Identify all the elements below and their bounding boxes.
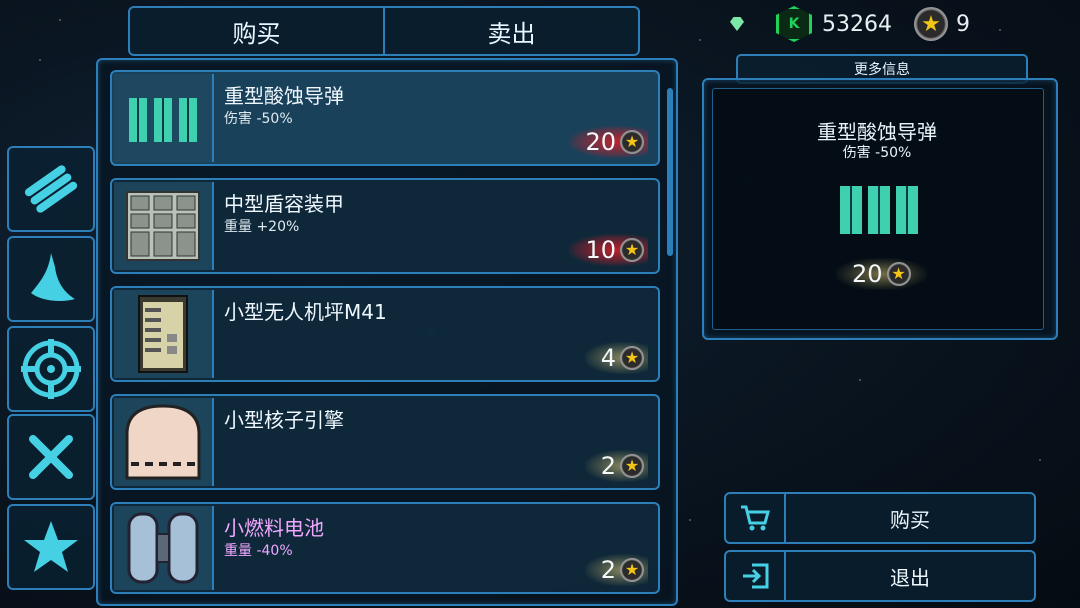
credits-amount: 53264: [822, 11, 892, 37]
price-value: 2: [600, 452, 616, 480]
item-stat: 重量 -40%: [224, 543, 293, 559]
exit-icon: [726, 552, 786, 600]
item-name: 重型酸蚀导弹: [224, 84, 344, 108]
item-price: 2 ★: [584, 450, 648, 482]
tools-icon: [29, 435, 73, 479]
item-price: 4 ★: [584, 342, 648, 374]
shop-item[interactable]: 中型盾容装甲 重量 +20% 10 ★: [110, 178, 660, 274]
buy-button[interactable]: 购买: [724, 492, 1036, 544]
tab-buy[interactable]: 购买: [128, 6, 384, 56]
trade-tabs: 购买 卖出: [128, 6, 640, 56]
category-missiles[interactable]: [7, 146, 95, 232]
shop-item[interactable]: 小燃料电池 重量 -40% 2 ★: [110, 502, 660, 594]
item-stat: 重量 +20%: [224, 219, 300, 235]
tab-sell[interactable]: 卖出: [384, 6, 640, 56]
exit-button-label: 退出: [890, 565, 930, 590]
exit-button[interactable]: 退出: [724, 550, 1036, 602]
star-icon: [24, 521, 78, 572]
shop-item[interactable]: 重型酸蚀导弹 伤害 -50% 20 ★: [110, 70, 660, 166]
price-value: 10: [585, 236, 616, 264]
credits-icon: K: [776, 6, 812, 42]
buy-button-label: 购买: [890, 507, 930, 532]
armor-plates-icon: [114, 182, 214, 270]
drone-bay-icon: [114, 290, 214, 378]
shop-item[interactable]: 小型核子引擎 2 ★: [110, 394, 660, 490]
item-price: 10 ★: [569, 234, 648, 266]
engine-icon: [114, 398, 214, 486]
category-armor[interactable]: [7, 236, 95, 322]
price-value: 20: [852, 260, 883, 288]
info-item-stat: 伤害 -50%: [842, 145, 912, 161]
cart-icon: [726, 494, 786, 542]
star-icon: ★: [620, 346, 644, 370]
shop-item[interactable]: 小型无人机坪M41 4 ★: [110, 286, 660, 382]
list-scrollbar[interactable]: [667, 88, 673, 256]
item-name: 中型盾容装甲: [224, 192, 344, 216]
star-icon: ★: [620, 238, 644, 262]
price-value: 2: [600, 556, 616, 584]
category-special[interactable]: [7, 504, 95, 590]
info-item-price: 20 ★: [836, 258, 927, 290]
star-icon: ★: [620, 130, 644, 154]
info-item-name: 重型酸蚀导弹: [817, 120, 937, 144]
armor-icon: [31, 253, 75, 301]
price-value: 20: [585, 128, 616, 156]
category-tools[interactable]: [7, 414, 95, 500]
item-price: 20 ★: [569, 126, 648, 158]
price-value: 4: [600, 344, 616, 372]
item-name: 小型无人机坪M41: [224, 300, 387, 324]
currency-bar: K 53264 ★ 9: [730, 4, 970, 44]
item-price: 2 ★: [584, 554, 648, 586]
category-weapons[interactable]: [7, 326, 95, 412]
star-icon: ★: [886, 262, 911, 286]
item-name: 小型核子引擎: [224, 408, 344, 432]
star-icon: ★: [620, 558, 644, 582]
star-currency-icon: ★: [914, 7, 948, 41]
stars-amount: 9: [956, 11, 970, 37]
item-stat: 伤害 -50%: [224, 111, 293, 127]
star-icon: ★: [620, 454, 644, 478]
target-icon: [21, 339, 81, 399]
gem-icon: [730, 17, 744, 31]
missile-pack-icon: [836, 182, 922, 240]
missile-bundle-icon: [24, 165, 78, 213]
missile-pack-icon: [114, 74, 214, 162]
item-name: 小燃料电池: [224, 516, 324, 540]
fuel-cell-icon: [114, 506, 214, 590]
